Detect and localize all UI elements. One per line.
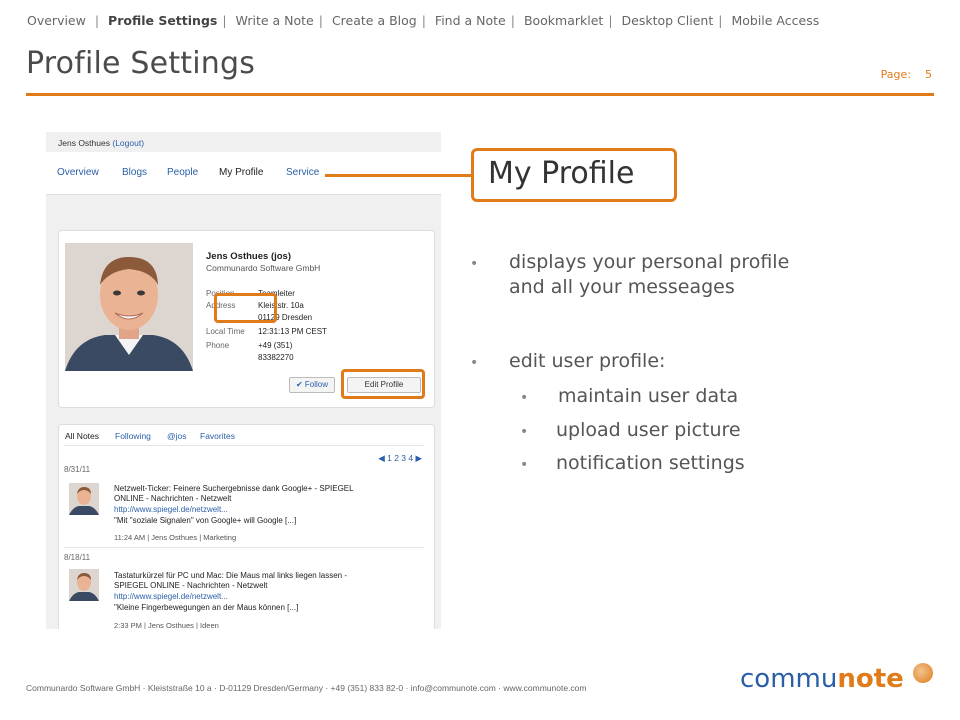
bullet-dot: • — [470, 256, 479, 272]
nav-separator: | — [222, 13, 227, 28]
globe-icon — [913, 663, 933, 683]
note-divider — [64, 547, 424, 548]
nav-write-a-note[interactable]: Write a Note — [236, 13, 314, 28]
phone-line1: +49 (351) — [258, 341, 293, 350]
page-number-value: 5 — [925, 68, 932, 81]
nav-overview[interactable]: Overview — [27, 13, 86, 28]
phone-line2: 83382270 — [258, 353, 294, 362]
tab-favorites[interactable]: Favorites — [200, 431, 235, 441]
note-meta: 2:33 PM | Jens Osthues | Ideen — [114, 621, 219, 629]
profile-company: Communardo Software GmbH — [206, 263, 321, 273]
top-navigation: Overview | Profile Settings | Write a Not… — [27, 13, 819, 28]
nav-profile-settings[interactable]: Profile Settings — [108, 13, 217, 28]
current-user: Jens Osthues (Logout) — [58, 138, 144, 148]
nav-separator: | — [421, 13, 426, 28]
bullet-2: edit user profile: — [509, 350, 666, 372]
follow-button[interactable]: ✔ Follow — [289, 377, 335, 393]
logo-part1: commu — [740, 664, 838, 694]
note-avatar[interactable] — [69, 483, 99, 515]
sub-bullet-2: upload user picture — [556, 419, 741, 441]
bullet-1-line2: and all your messeages — [509, 276, 735, 298]
note-title-line1[interactable]: Tastaturkürzel für PC und Mac: Die Maus … — [114, 571, 414, 580]
page-title: Profile Settings — [26, 46, 256, 81]
app-nav-my-profile[interactable]: My Profile — [219, 167, 263, 178]
notes-panel: All Notes Following @jos Favorites ◀ 1 2… — [58, 424, 435, 629]
sub-bullet-1: maintain user data — [558, 385, 739, 407]
tab-following[interactable]: Following — [115, 431, 151, 441]
profile-photo[interactable] — [65, 243, 193, 371]
phone-label: Phone — [206, 341, 230, 350]
nav-create-a-blog[interactable]: Create a Blog — [332, 13, 417, 28]
nav-bookmarklet[interactable]: Bookmarklet — [524, 13, 603, 28]
sub-bullet-dot: • — [520, 457, 529, 473]
sub-bullet-dot: • — [520, 390, 529, 406]
app-nav-blogs[interactable]: Blogs — [122, 167, 147, 178]
profile-name: Jens Osthues (jos) — [206, 251, 291, 262]
sub-bullet-3: notification settings — [556, 452, 745, 474]
tab-mentions[interactable]: @jos — [167, 431, 187, 441]
nav-separator: | — [608, 13, 613, 28]
app-nav-service[interactable]: Service — [286, 167, 319, 178]
bullet-1-line1: displays your personal profile — [509, 251, 790, 273]
nav-mobile-access[interactable]: Mobile Access — [731, 13, 819, 28]
app-nav-people[interactable]: People — [167, 167, 198, 178]
callout-text: My Profile — [488, 156, 635, 191]
localtime-value: 12:31:13 PM CEST — [258, 327, 327, 336]
note-quote: "Kleine Fingerbewegungen an der Maus kön… — [114, 603, 299, 612]
title-divider — [26, 93, 934, 96]
nav-desktop-client[interactable]: Desktop Client — [622, 13, 714, 28]
note-link[interactable]: http://www.spiegel.de/netzwelt... — [114, 592, 414, 601]
edit-profile-highlight — [341, 369, 425, 399]
footer-contact: Communardo Software GmbH · Kleiststraße … — [26, 683, 587, 693]
page-label: Page: — [880, 68, 911, 81]
page-number: Page: 5 — [881, 68, 932, 81]
note-quote: "Mit "soziale Signalen" von Google+ will… — [114, 516, 297, 525]
logout-link[interactable]: (Logout) — [112, 138, 144, 148]
callout-connector — [325, 174, 473, 177]
nav-separator: | — [90, 13, 100, 28]
logo-part2: note — [837, 664, 904, 694]
note-avatar[interactable] — [69, 569, 99, 601]
bullet-dot: • — [470, 355, 479, 371]
nav-separator: | — [718, 13, 723, 28]
tabs-divider — [64, 445, 424, 446]
my-profile-highlight — [214, 293, 277, 323]
nav-separator: | — [510, 13, 515, 28]
note-title-line2[interactable]: ONLINE - Nachrichten - Netzwelt — [114, 494, 414, 503]
note-title-line1[interactable]: Netzwelt-Ticker: Feinere Suchergebnisse … — [114, 484, 414, 493]
notes-pager[interactable]: ◀ 1 2 3 4 ▶ — [378, 453, 422, 464]
nav-find-a-note[interactable]: Find a Note — [435, 13, 506, 28]
communote-logo: communote — [740, 664, 904, 694]
note-date: 8/18/11 — [64, 553, 91, 562]
note-meta: 11:24 AM | Jens Osthues | Marketing — [114, 533, 237, 542]
nav-separator: | — [318, 13, 323, 28]
app-nav-overview[interactable]: Overview — [57, 167, 99, 178]
tab-all-notes[interactable]: All Notes — [65, 431, 99, 441]
localtime-label: Local Time — [206, 327, 245, 336]
sub-bullet-dot: • — [520, 424, 529, 440]
note-link[interactable]: http://www.spiegel.de/netzwelt... — [114, 505, 414, 514]
profile-screenshot: Jens Osthues (Logout) Overview Blogs Peo… — [46, 132, 441, 629]
note-date: 8/31/11 — [64, 465, 91, 474]
my-profile-callout: My Profile — [471, 148, 677, 202]
note-title-line2[interactable]: SPIEGEL ONLINE - Nachrichten - Netzwelt — [114, 581, 414, 590]
user-name: Jens Osthues — [58, 138, 110, 148]
